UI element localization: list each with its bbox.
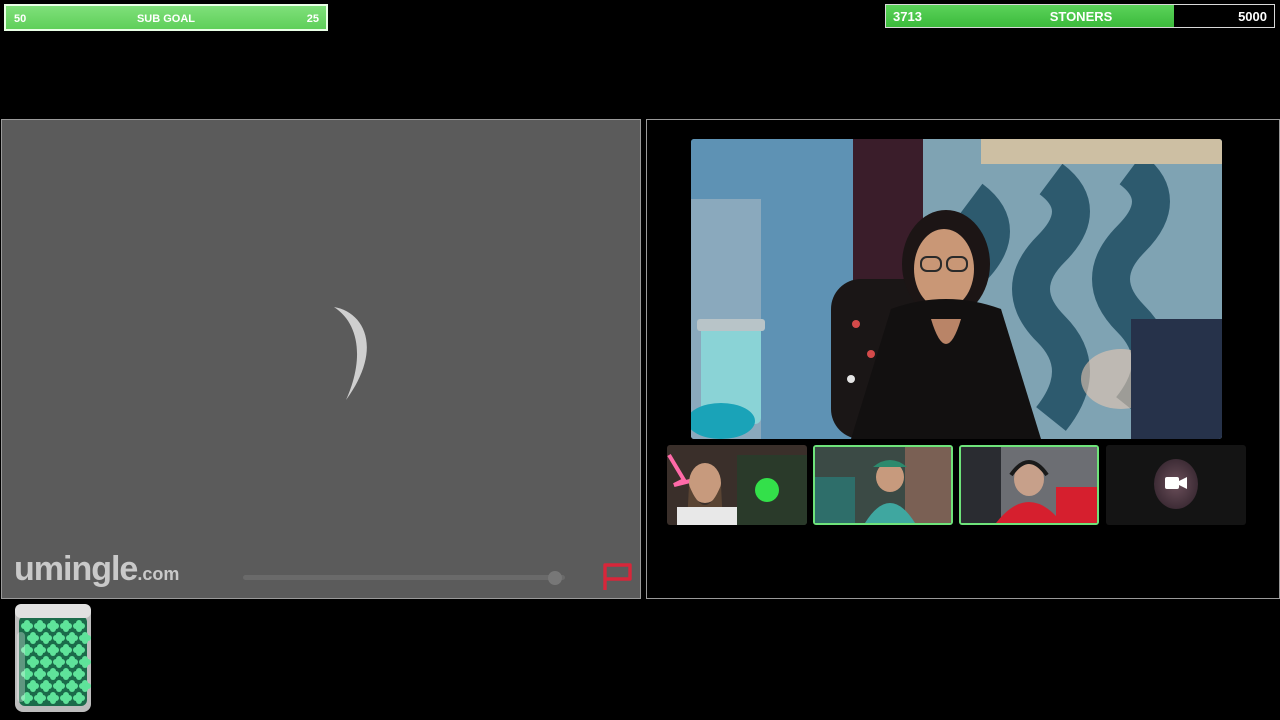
- brand-tld: .com: [137, 564, 180, 584]
- participant-3-video: [961, 447, 1097, 523]
- volume-slider-track[interactable]: [243, 575, 565, 580]
- participant-2-video: [815, 447, 951, 523]
- participant-1-video: [667, 445, 807, 525]
- sub-goal-label: SUB GOAL: [136, 13, 196, 25]
- camera-icon: [1165, 477, 1187, 489]
- main-video-feed: [691, 139, 1222, 439]
- report-flag-icon[interactable]: [600, 561, 636, 593]
- participant-thumbnail-2[interactable]: [813, 445, 953, 525]
- sub-goal-target: 25: [306, 13, 319, 25]
- brand-name: umingle: [14, 550, 138, 588]
- participant-thumbnail-3[interactable]: [959, 445, 1099, 525]
- stoners-target: 5000: [1238, 9, 1267, 24]
- stoners-goal-bar: 3713 STONERS 5000: [885, 4, 1275, 28]
- participant-thumbnail-4[interactable]: [1106, 445, 1246, 525]
- participant-thumbnail-1[interactable]: [667, 445, 807, 525]
- main-participant-video[interactable]: [691, 139, 1222, 439]
- sub-goal-bar: 50 SUB GOAL 25: [4, 4, 328, 31]
- clover-jar-icon: [15, 604, 91, 712]
- umingle-logo[interactable]: umingle.com: [14, 550, 179, 589]
- stoners-label: STONERS: [1049, 9, 1113, 24]
- loading-spinner-icon: [334, 307, 367, 400]
